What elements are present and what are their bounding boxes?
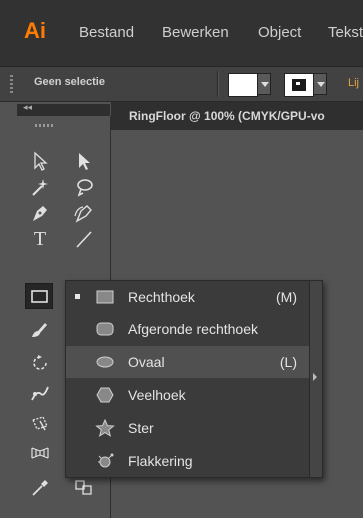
polygon-icon	[96, 387, 114, 403]
magic-wand-tool-icon[interactable]	[29, 176, 51, 198]
flare-icon	[98, 453, 114, 468]
eyedropper-tool-icon[interactable]	[29, 476, 51, 498]
stroke-label[interactable]: Lij	[348, 77, 359, 89]
flyout-label: Veelhoek	[128, 387, 186, 403]
stroke-color-swatch[interactable]	[284, 73, 314, 97]
menu-tekst[interactable]: Tekst	[328, 24, 363, 41]
menu-bar: Ai Bestand Bewerken Object Tekst	[0, 0, 363, 67]
document-tab[interactable]: RingFloor @ 100% (CMYK/GPU-vo	[111, 102, 363, 131]
direct-selection-tool-icon[interactable]	[73, 150, 95, 172]
collapse-icon[interactable]: ◂◂	[23, 102, 32, 113]
rounded-rectangle-icon	[96, 322, 114, 336]
menu-bestand[interactable]: Bestand	[79, 24, 134, 41]
rectangle-tool-icon[interactable]	[25, 283, 53, 309]
stroke-inner-icon	[292, 79, 306, 91]
selection-tool-icon[interactable]	[29, 150, 51, 172]
flyout-item-flare[interactable]: Flakkering	[66, 445, 309, 477]
flyout-label: Ster	[128, 420, 154, 436]
ellipse-icon	[96, 356, 114, 368]
rotate-tool-icon[interactable]	[29, 352, 51, 374]
selection-status: Geen selectie	[34, 76, 105, 88]
fill-dropdown-button[interactable]	[257, 73, 271, 95]
chevron-down-icon	[261, 82, 269, 87]
shape-tools-flyout: Rechthoek (M) Afgeronde rechthoek Ovaal …	[65, 280, 323, 478]
flyout-label: Afgeronde rechthoek	[128, 321, 258, 337]
checkmark-icon	[75, 294, 80, 299]
tearoff-button[interactable]	[309, 281, 322, 477]
curvature-tool-icon[interactable]	[73, 202, 95, 224]
fill-color-swatch[interactable]	[228, 73, 258, 97]
flyout-shortcut: (L)	[279, 354, 297, 370]
pen-tool-icon[interactable]	[29, 202, 51, 224]
flyout-shortcut: (M)	[276, 289, 297, 305]
type-tool-icon[interactable]: T	[29, 228, 51, 250]
menu-bewerken[interactable]: Bewerken	[162, 24, 229, 41]
menu-object[interactable]: Object	[258, 24, 301, 41]
puppet-warp-tool-icon[interactable]	[29, 382, 51, 404]
chevron-down-icon	[317, 82, 325, 87]
chevron-right-icon	[313, 373, 317, 381]
stroke-dropdown-button[interactable]	[313, 73, 327, 95]
rectangle-icon	[96, 290, 114, 304]
toolbar-header: ◂◂	[17, 102, 110, 116]
app-logo: Ai	[24, 18, 46, 43]
line-segment-tool-icon[interactable]	[73, 228, 95, 250]
lasso-tool-icon[interactable]	[73, 176, 95, 198]
star-icon	[95, 419, 115, 437]
flyout-item-polygon[interactable]: Veelhoek	[66, 379, 309, 411]
free-transform-tool-icon[interactable]	[29, 412, 51, 434]
control-bar-grip[interactable]	[10, 75, 13, 93]
document-tab-label: RingFloor @ 100% (CMYK/GPU-vo	[129, 109, 325, 123]
toolbar-grip[interactable]	[35, 124, 53, 127]
flyout-item-rounded-rectangle[interactable]: Afgeronde rechthoek	[66, 313, 309, 345]
perspective-grid-tool-icon[interactable]	[29, 442, 51, 464]
flyout-item-ellipse[interactable]: Ovaal (L)	[66, 346, 309, 378]
flyout-label: Flakkering	[128, 453, 193, 469]
paintbrush-tool-icon[interactable]	[29, 318, 51, 340]
flyout-item-rectangle[interactable]: Rechthoek (M)	[66, 281, 309, 313]
flyout-label: Rechthoek	[128, 289, 195, 305]
flyout-item-star[interactable]: Ster	[66, 412, 309, 444]
divider	[217, 71, 219, 97]
blend-tool-icon[interactable]	[73, 476, 95, 498]
control-bar: Geen selectie Lij	[0, 67, 363, 102]
flyout-label: Ovaal	[128, 354, 165, 370]
